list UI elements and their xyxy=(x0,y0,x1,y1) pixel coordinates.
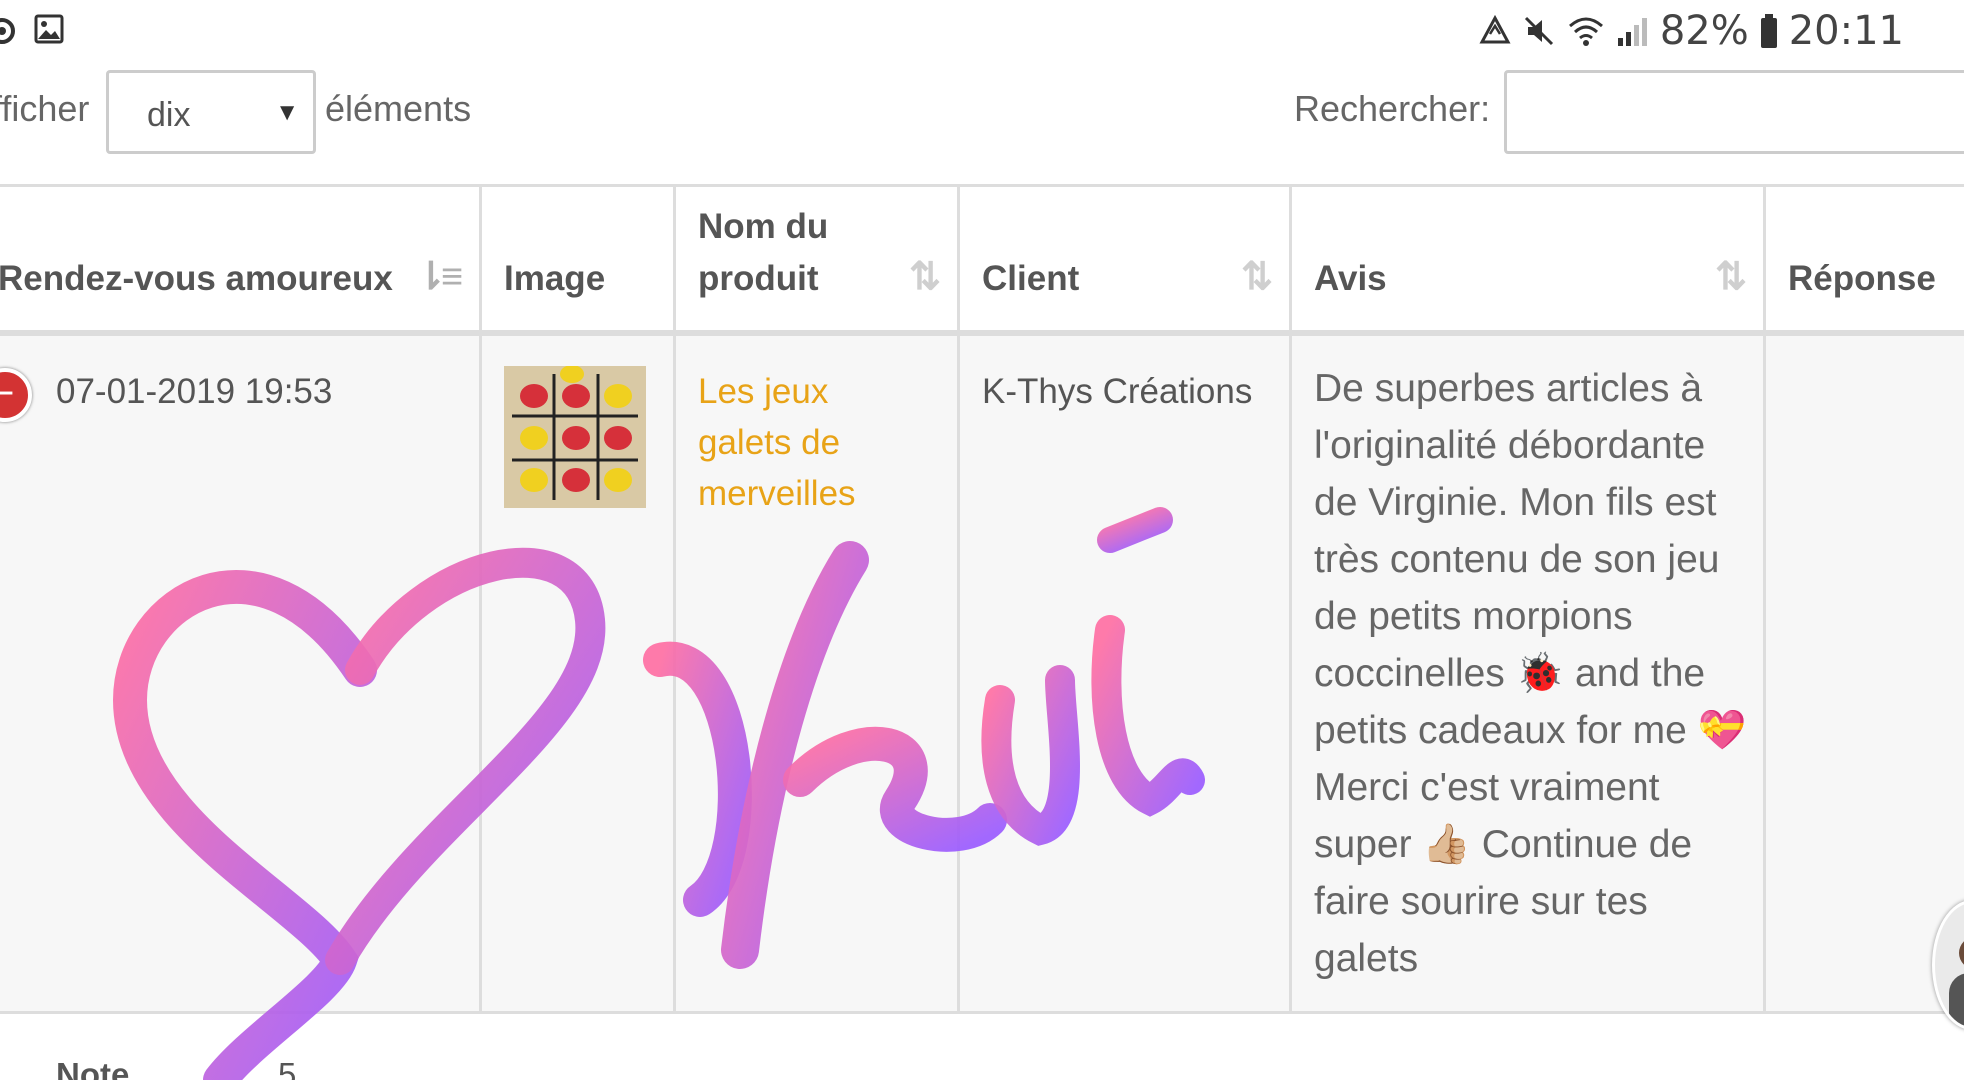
column-label: Image xyxy=(504,259,606,298)
column-label: Avis xyxy=(1314,259,1387,298)
column-header-product[interactable]: Nom du produit ⇅ xyxy=(676,187,960,333)
signal-icon xyxy=(1617,18,1647,46)
cell-client: K-Thys Créations xyxy=(960,336,1292,1011)
product-link[interactable]: Les jeux galets de merveilles xyxy=(698,366,898,519)
sort-icon: ⇅ xyxy=(1241,256,1273,298)
show-entries-label: fficher xyxy=(0,88,90,129)
review-text: De superbes articles à l'originalité déb… xyxy=(1314,367,1747,980)
battery-icon xyxy=(1760,14,1777,48)
row-details: Note 5 xyxy=(0,1016,1964,1080)
column-label: Réponse xyxy=(1788,259,1936,298)
entries-length-value: dix xyxy=(147,96,191,134)
cell-date: – 07-01-2019 19:53 xyxy=(0,336,482,1011)
sort-icon: ⇅ xyxy=(1715,256,1747,298)
image-icon xyxy=(34,14,64,44)
entries-length-select[interactable]: dix ▼ xyxy=(106,70,316,154)
review-date: 07-01-2019 19:53 xyxy=(56,372,333,411)
note-label: Note xyxy=(56,1056,130,1080)
note-value: 5 xyxy=(278,1056,297,1080)
column-label: Nom du produit xyxy=(698,207,829,298)
column-header-review[interactable]: Avis ⇅ xyxy=(1292,187,1766,333)
cell-review: De superbes articles à l'originalité déb… xyxy=(1292,336,1766,1011)
cell-reply xyxy=(1766,336,1964,1011)
table-controls: fficher dix ▼ éléments Rechercher: xyxy=(0,68,1964,154)
mute-icon xyxy=(1524,16,1553,46)
reviews-table: Rendez-vous amoureux ⇂≡ Image Nom du pro… xyxy=(0,184,1964,1014)
column-header-image[interactable]: Image xyxy=(482,187,676,333)
client-name: K-Thys Créations xyxy=(982,372,1253,411)
clock: 20:11 xyxy=(1788,8,1904,54)
column-header-date[interactable]: Rendez-vous amoureux ⇂≡ xyxy=(0,187,482,333)
sort-desc-icon: ⇂≡ xyxy=(414,256,463,298)
table-row: – 07-01-2019 19:53 xyxy=(0,336,1964,1014)
cell-product: Les jeux galets de merveilles xyxy=(676,336,960,1011)
search-label: Rechercher: xyxy=(1294,88,1491,129)
column-label: Client xyxy=(982,259,1080,298)
table-header: Rendez-vous amoureux ⇂≡ Image Nom du pro… xyxy=(0,184,1964,336)
column-label: Rendez-vous amoureux xyxy=(0,259,393,298)
cell-image xyxy=(482,336,676,1011)
column-header-reply[interactable]: Réponse xyxy=(1766,187,1964,333)
sync-icon xyxy=(0,18,15,44)
product-thumbnail[interactable] xyxy=(504,366,646,508)
column-header-client[interactable]: Client ⇅ xyxy=(960,187,1292,333)
dropdown-arrow-icon: ▼ xyxy=(275,99,299,126)
status-bar: 82% 20:11 xyxy=(0,0,1964,62)
entries-label: éléments xyxy=(325,88,472,129)
status-icons: 82% 20:11 xyxy=(1478,8,1904,54)
battery-percent: 82% xyxy=(1659,8,1749,54)
collapse-row-button[interactable]: – xyxy=(0,368,32,422)
wifi-icon xyxy=(1568,17,1603,46)
recycle-icon xyxy=(1479,14,1511,44)
search-input[interactable] xyxy=(1504,70,1964,154)
sort-icon: ⇅ xyxy=(909,256,941,298)
